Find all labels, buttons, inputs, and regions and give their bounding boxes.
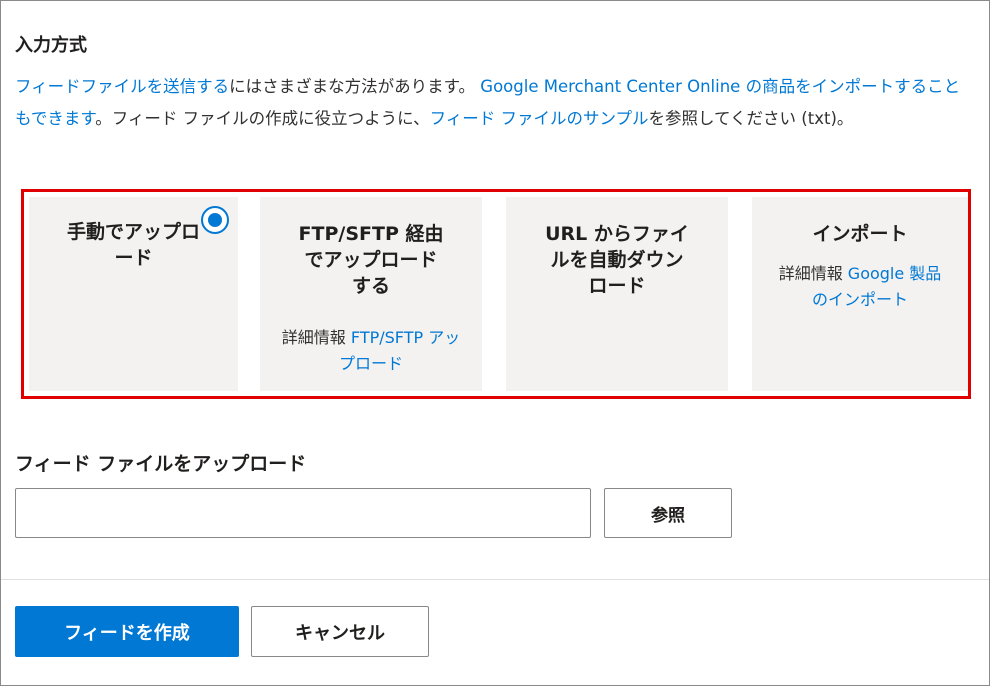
option-info: 詳細情報 Google 製品のインポート — [773, 261, 948, 313]
input-method-description: フィードファイルを送信するにはさまざまな方法があります。 Google Merc… — [15, 71, 975, 135]
ftp-sftp-upload-link[interactable]: FTP/SFTP アップロード — [339, 328, 460, 373]
option-url-auto-download[interactable]: URL からファイルを自動ダウンロード — [506, 197, 728, 391]
feed-file-input[interactable] — [15, 488, 591, 538]
description-text-3: を参照してください (txt)。 — [648, 109, 854, 128]
option-manual-upload[interactable]: 手動でアップロード — [29, 197, 238, 391]
create-feed-button[interactable]: フィードを作成 — [15, 606, 239, 657]
option-title: 手動でアップロード — [66, 221, 200, 269]
feed-sample-link[interactable]: フィード ファイルのサンプル — [430, 109, 649, 128]
option-title: URL からファイルを自動ダウンロード — [545, 223, 689, 297]
footer-divider — [1, 579, 989, 580]
option-title: インポート — [812, 223, 908, 245]
input-method-options: 手動でアップロード FTP/SFTP 経由でアップロードする 詳細情報 FTP/… — [21, 189, 971, 399]
create-feed-panel: 入力方式 フィードファイルを送信するにはさまざまな方法があります。 Google… — [0, 0, 990, 686]
option-ftp-upload[interactable]: FTP/SFTP 経由でアップロードする 詳細情報 FTP/SFTP アップロー… — [260, 197, 482, 391]
option-info-label: 詳細情報 — [778, 264, 843, 283]
cancel-button[interactable]: キャンセル — [251, 606, 429, 657]
description-text-1: にはさまざまな方法があります。 — [229, 77, 481, 96]
description-text-2: 。フィード ファイルの作成に役立つように、 — [95, 109, 430, 128]
section-title: 入力方式 — [15, 35, 87, 56]
send-feed-file-link[interactable]: フィードファイルを送信する — [15, 77, 229, 96]
upload-feed-file-label: フィード ファイルをアップロード — [15, 453, 307, 475]
option-info-label: 詳細情報 — [281, 328, 346, 347]
option-title: FTP/SFTP 経由でアップロードする — [298, 223, 444, 297]
browse-button[interactable]: 参照 — [604, 488, 732, 538]
option-info: 詳細情報 FTP/SFTP アップロード — [281, 325, 461, 377]
option-import[interactable]: インポート 詳細情報 Google 製品のインポート — [752, 197, 968, 391]
radio-selected-icon[interactable] — [201, 206, 229, 234]
